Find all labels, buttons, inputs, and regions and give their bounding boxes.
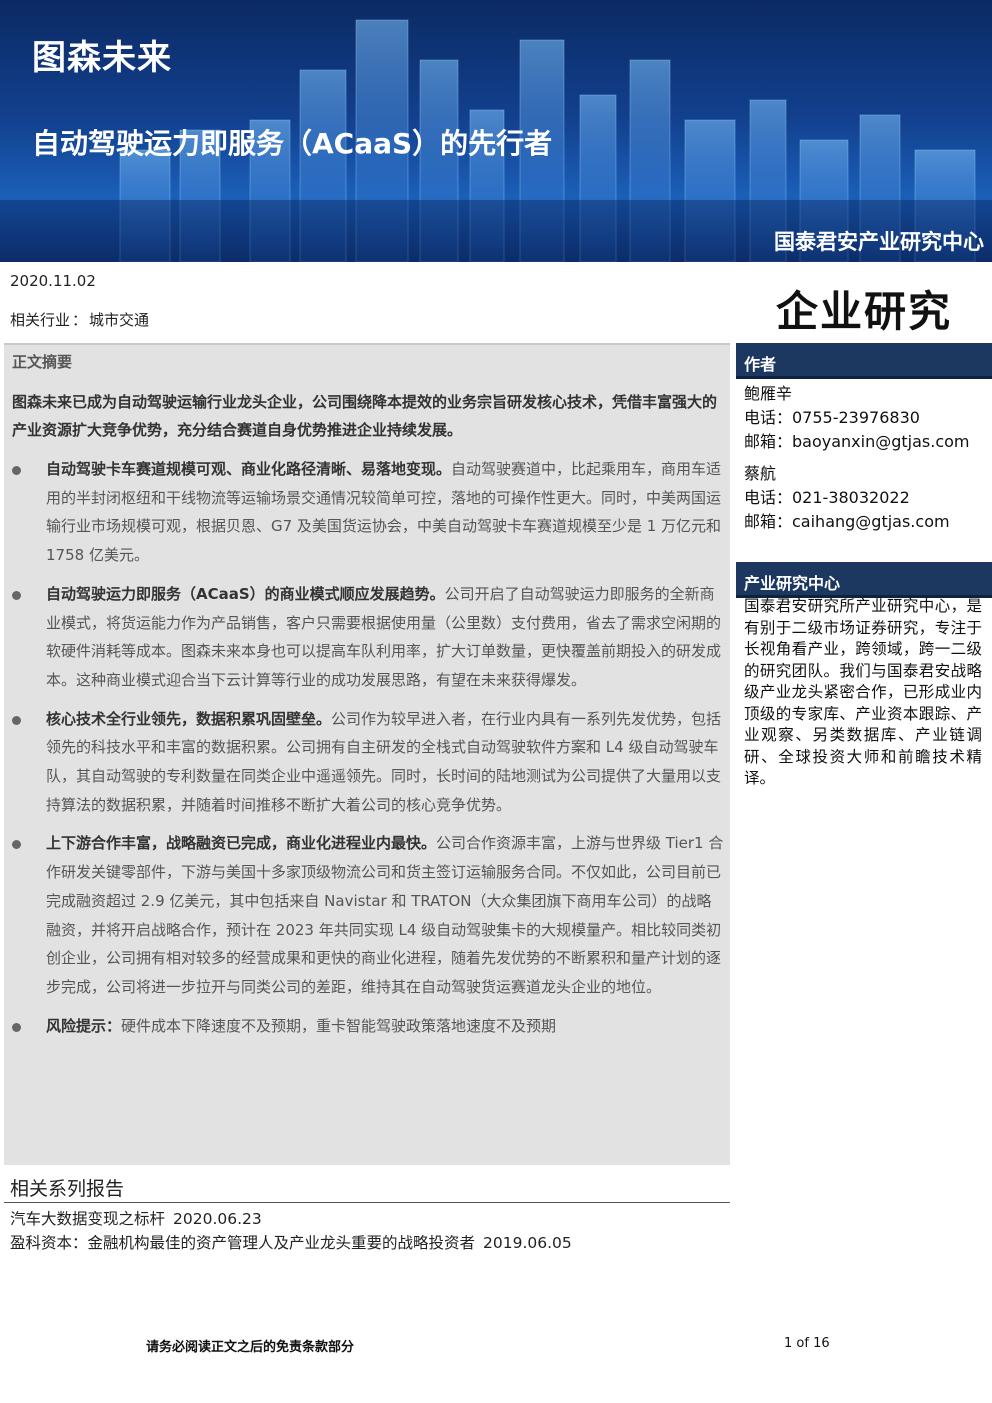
bullet-dot-icon (12, 1022, 21, 1032)
summary-bullet: 上下游合作丰富，战略融资已完成，商业化进程业内最快。公司合作资源丰富，上游与世界… (12, 829, 724, 1001)
author-name: 鲍雁辛 (744, 384, 793, 403)
related-report-name: 盈科资本：金融机构最佳的资产管理人及产业龙头重要的战略投资者 (10, 1234, 476, 1252)
summary-bullet: 自动驾驶卡车赛道规模可观、商业化路径清晰、易落地变现。自动驾驶赛道中，比起乘用车… (12, 455, 724, 570)
bullet-dot-icon (12, 590, 21, 600)
author-phone: 电话：0755-23976830 (744, 408, 920, 427)
bullet-lead: 风险提示： (46, 1016, 122, 1035)
divider (4, 1202, 730, 1203)
cover-banner: 图森未来 自动驾驶运力即服务（ACaaS）的先行者 国泰君安产业研究中心 (0, 0, 992, 262)
author-email[interactable]: 邮箱：baoyanxin@gtjas.com (744, 430, 970, 454)
bullet-lead: 自动驾驶运力即服务（ACaaS）的商业模式顺应发展趋势。 (46, 584, 445, 603)
summary-bullets: 自动驾驶卡车赛道规模可观、商业化路径清晰、易落地变现。自动驾驶赛道中，比起乘用车… (12, 455, 724, 1050)
author-email[interactable]: 邮箱：caihang@gtjas.com (744, 510, 950, 534)
industry-label: 相关行业 (10, 311, 71, 329)
bullet-lead: 上下游合作丰富，战略融资已完成，商业化进程业内最快。 (46, 834, 437, 853)
summary-title: 正文摘要 (12, 353, 73, 371)
summary-bullet-risk: 风险提示：硬件成本下降速度不及预期，重卡智能驾驶政策落地速度不及预期 (12, 1012, 724, 1041)
related-reports-title: 相关系列报告 (10, 1178, 125, 1200)
industry-value: 城市交通 (89, 311, 150, 329)
summary-bullet: 核心技术全行业领先，数据积累巩固壁垒。公司作为较早进入者，在行业内具有一系列先发… (12, 705, 724, 820)
research-center-header: 产业研究中心 (736, 562, 992, 598)
authors-header: 作者 (736, 343, 992, 379)
disclaimer-note: 请务必阅读正文之后的免责条款部分 (146, 1340, 355, 1355)
document-type: 企业研究 (776, 287, 953, 336)
author-name: 蔡航 (744, 464, 777, 483)
report-date: 2020.11.02 (10, 272, 96, 290)
research-center-description: 国泰君安研究所产业研究中心，是有别于二级市场证券研究，专注于长视角看产业，跨领域… (744, 597, 982, 787)
related-report-name: 汽车大数据变现之标杆 (10, 1210, 166, 1228)
bullet-lead: 自动驾驶卡车赛道规模可观、商业化路径清晰、易落地变现。 (46, 460, 452, 478)
report-headline: 自动驾驶运力即服务（ACaaS）的先行者 (32, 127, 553, 160)
related-report-item[interactable]: 汽车大数据变现之标杆 2020.06.23 (10, 1207, 262, 1229)
bullet-text: 硬件成本下降速度不及预期，重卡智能驾驶政策落地速度不及预期 (121, 1016, 557, 1035)
related-report-date: 2019.06.05 (483, 1234, 572, 1252)
related-report-date: 2020.06.23 (173, 1210, 262, 1228)
author-phone: 电话：021-38032022 (744, 488, 910, 507)
bullet-dot-icon (12, 466, 21, 475)
summary-intro: 图森未来已成为自动驾驶运输行业龙头企业，公司围绕降本提效的业务宗旨研发核心技术，… (12, 393, 718, 439)
author-entry: 鲍雁辛 电话：0755-23976830 邮箱：baoyanxin@gtjas.… (744, 382, 970, 454)
related-industry: 相关行业：城市交通 (10, 311, 150, 329)
bullet-text: 公司合作资源丰富，上游与世界级 Tier1 合作研发关键零部件，下游与美国十多家… (46, 834, 724, 996)
bullet-lead: 核心技术全行业领先，数据积累巩固壁垒。 (46, 709, 332, 728)
author-entry: 蔡航 电话：021-38032022 邮箱：caihang@gtjas.com (744, 462, 950, 534)
research-org-name: 国泰君安产业研究中心 (774, 230, 984, 254)
bullet-dot-icon (12, 840, 21, 850)
summary-bullet: 自动驾驶运力即服务（ACaaS）的商业模式顺应发展趋势。公司开启了自动驾驶运力即… (12, 580, 724, 695)
summary-panel: 正文摘要 图森未来已成为自动驾驶运输行业龙头企业，公司围绕降本提效的业务宗旨研发… (4, 343, 730, 1165)
page-number: 1 of 16 (784, 1336, 830, 1351)
bullet-dot-icon (12, 715, 21, 725)
related-report-item[interactable]: 盈科资本：金融机构最佳的资产管理人及产业龙头重要的战略投资者 2019.06.05 (10, 1231, 572, 1253)
company-name: 图森未来 (32, 38, 172, 78)
